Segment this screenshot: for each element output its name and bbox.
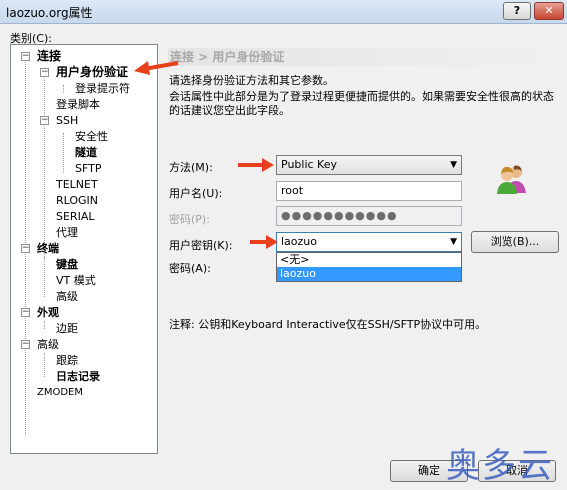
- red-arrow-annotation: [134, 61, 179, 75]
- tree-item-sftp[interactable]: SFTP: [75, 161, 101, 176]
- collapse-icon[interactable]: −: [40, 116, 49, 125]
- tree-item-keyboard[interactable]: 键盘: [56, 257, 78, 272]
- panel-note-text: 会话属性中此部分是为了登录过程更便捷而提供的。如果需要安全性很高的状态的话建议您…: [169, 90, 554, 117]
- title-bar: laozuo.org属性 ? ✕: [0, 0, 567, 24]
- tree-item-login-script[interactable]: 登录脚本: [56, 97, 100, 112]
- browse-button[interactable]: 浏览(B)...: [471, 231, 559, 253]
- tree-item-zmodem[interactable]: ZMODEM: [37, 385, 83, 400]
- tree-item-security[interactable]: 安全性: [75, 129, 108, 144]
- tree-item-ssh[interactable]: SSH: [56, 113, 78, 128]
- tree-item-logging[interactable]: 日志记录: [56, 369, 100, 384]
- collapse-icon[interactable]: −: [40, 68, 49, 77]
- chevron-down-icon: ▼: [450, 237, 457, 247]
- tree-item-appearance[interactable]: 外观: [37, 305, 59, 320]
- tree-item-login-prompts[interactable]: 登录提示符: [75, 81, 130, 96]
- note-text: 注释: 公钥和Keyboard Interactive仅在SSH/SFTP协议中…: [169, 318, 487, 331]
- tree-item-terminal[interactable]: 终端: [37, 241, 59, 256]
- username-field[interactable]: root: [276, 181, 462, 201]
- watermark-logo: 奥多云: [446, 446, 554, 486]
- tree-line: [44, 353, 45, 377]
- dropdown-option[interactable]: <无>: [277, 253, 461, 267]
- red-arrow-annotation: [238, 158, 274, 172]
- tree-item-advanced[interactable]: 高级: [56, 289, 78, 304]
- close-button[interactable]: ✕: [534, 2, 564, 20]
- user-key-select[interactable]: laozuo ▼: [276, 232, 462, 252]
- tree-item-margins[interactable]: 边距: [56, 321, 78, 336]
- collapse-icon[interactable]: −: [21, 244, 30, 253]
- passphrase-label: 密码(A):: [169, 262, 211, 275]
- user-key-value: laozuo: [281, 235, 318, 248]
- breadcrumb: 连接 > 用户身份验证: [168, 48, 560, 66]
- category-tree[interactable]: − 连接 − 用户身份验证 登录提示符 登录脚本 − SSH 安全性 隧道 SF…: [10, 44, 158, 454]
- tree-item-serial[interactable]: SERIAL: [56, 209, 94, 224]
- password-field: ●●●●●●●●●●●: [276, 206, 462, 226]
- tree-item-trace[interactable]: 跟踪: [56, 353, 78, 368]
- tree-item-auth[interactable]: 用户身份验证: [56, 65, 128, 80]
- tree-line: [44, 257, 45, 297]
- collapse-icon[interactable]: −: [21, 308, 30, 317]
- tree-line: [63, 85, 64, 93]
- method-value: Public Key: [281, 158, 337, 171]
- window-title: laozuo.org属性: [6, 6, 93, 20]
- dropdown-option[interactable]: laozuo: [277, 267, 461, 281]
- user-key-label: 用户密钥(K):: [169, 239, 233, 252]
- tree-line: [63, 133, 64, 173]
- method-label: 方法(M):: [169, 161, 213, 174]
- collapse-icon[interactable]: −: [21, 340, 30, 349]
- tree-item-telnet[interactable]: TELNET: [56, 177, 98, 192]
- tree-item-vt-modes[interactable]: VT 模式: [56, 273, 96, 288]
- password-label: 密码(P):: [169, 213, 210, 226]
- panel-description: 请选择身份验证方法和其它参数。: [169, 74, 334, 87]
- tree-item-advanced-2[interactable]: 高级: [37, 337, 59, 352]
- help-button[interactable]: ?: [503, 2, 531, 20]
- users-icon: [497, 165, 526, 194]
- tree-line: [44, 321, 45, 329]
- chevron-down-icon: ▼: [450, 160, 457, 170]
- tree-item-proxy[interactable]: 代理: [56, 225, 78, 240]
- collapse-icon[interactable]: −: [21, 52, 30, 61]
- tree-item-connection[interactable]: 连接: [37, 49, 61, 64]
- tree-item-tunnel[interactable]: 隧道: [75, 145, 97, 160]
- red-arrow-annotation: [250, 235, 278, 249]
- method-select[interactable]: Public Key ▼: [276, 155, 462, 175]
- username-label: 用户名(U):: [169, 187, 223, 200]
- user-key-dropdown[interactable]: <无> laozuo: [276, 252, 462, 282]
- tree-item-rlogin[interactable]: RLOGIN: [56, 193, 98, 208]
